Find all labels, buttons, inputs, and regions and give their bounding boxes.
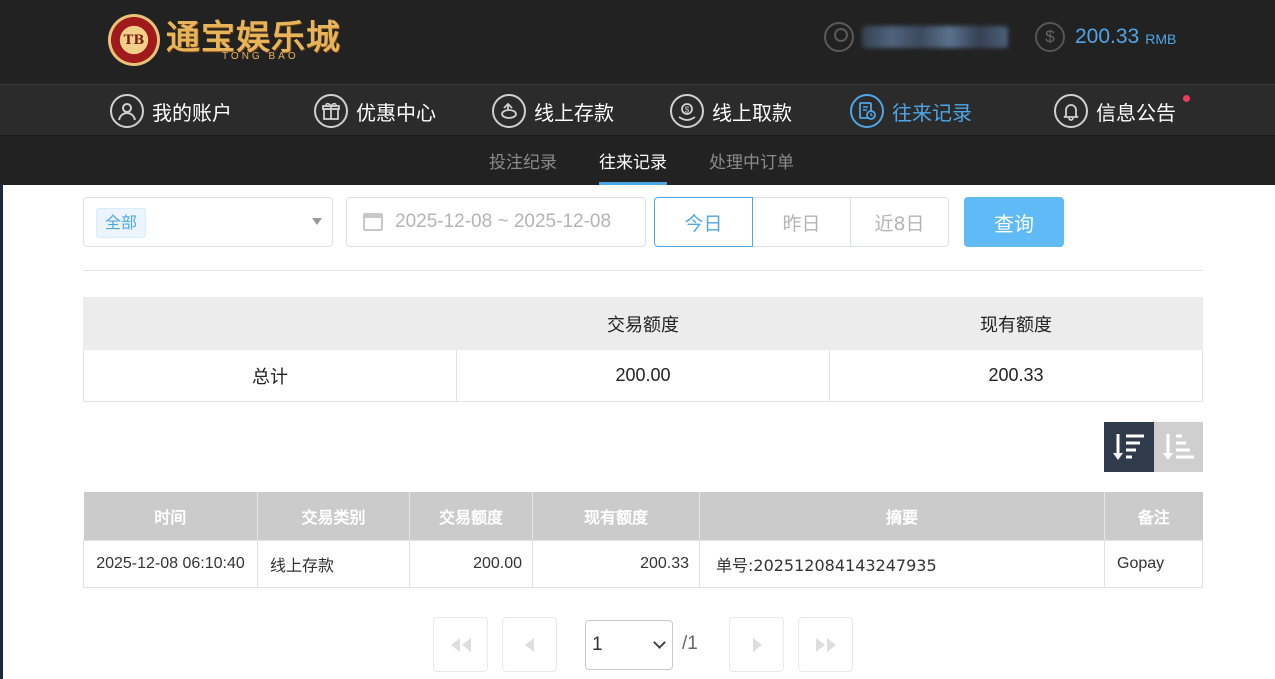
next-page-button[interactable]: [729, 617, 784, 672]
nav-transaction-records[interactable]: 往来记录: [850, 93, 972, 129]
nav-label: 线上存款: [534, 100, 614, 125]
nav-label: 信息公告: [1096, 100, 1176, 125]
today-button[interactable]: 今日: [654, 197, 753, 247]
nav-promotions[interactable]: 优惠中心: [314, 93, 436, 129]
chevron-down-icon: [653, 636, 666, 649]
selected-type-tag[interactable]: 全部: [96, 208, 147, 238]
left-arrow-icon: [524, 637, 534, 652]
withdraw-icon: $: [670, 94, 704, 128]
transaction-type-select[interactable]: 全部: [83, 197, 333, 247]
nav-announcements[interactable]: 信息公告: [1054, 93, 1190, 129]
caret-down-icon: [312, 218, 322, 225]
right-arrow-icon: [752, 637, 762, 652]
summary-header: 交易额度: [456, 297, 830, 350]
left-edge-strip: [0, 185, 3, 679]
nav-label: 往来记录: [892, 100, 972, 125]
nav-label: 我的账户: [152, 100, 232, 125]
summary-header: [83, 297, 457, 350]
site-logo[interactable]: TB 通宝娱乐城 TONG BAO: [108, 14, 341, 66]
tab-transaction-records[interactable]: 往来记录: [599, 148, 667, 185]
nav-label: 线上取款: [712, 100, 792, 125]
nav-online-withdraw[interactable]: $ 线上取款: [670, 93, 792, 129]
first-page-button[interactable]: [433, 617, 488, 672]
total-amount: 200.00: [456, 349, 830, 402]
cell-note: Gopay: [1104, 539, 1203, 588]
sort-ascending-icon: [1162, 434, 1194, 460]
quick-date-buttons: 今日 昨日 近8日: [654, 197, 949, 247]
nav-my-account[interactable]: 我的账户: [110, 93, 232, 129]
query-button[interactable]: 查询: [964, 197, 1064, 247]
cell-summary: 单号:202512084143247935: [699, 539, 1105, 588]
summary-table: 交易额度 现有额度 总计 200.00 200.33: [83, 297, 1203, 402]
date-range-text: 2025-12-08 ~ 2025-12-08: [395, 211, 612, 232]
nav-label: 优惠中心: [356, 100, 436, 125]
notification-dot: [1183, 95, 1190, 102]
transaction-records-table: 时间 交易类别 交易额度 现有额度 摘要 备注 2025-12-08 06:10…: [83, 492, 1203, 588]
logo-badge-text: TB: [123, 32, 145, 48]
balance-display: $ 200.33 RMB: [1035, 22, 1176, 52]
column-header: 备注: [1104, 492, 1203, 540]
cell-balance: 200.33: [532, 539, 700, 588]
page-select[interactable]: 1: [585, 620, 673, 670]
last-8-days-button[interactable]: 近8日: [850, 197, 949, 247]
last-page-button[interactable]: [798, 617, 853, 672]
divider: [83, 270, 1203, 271]
yesterday-button[interactable]: 昨日: [752, 197, 851, 247]
total-label: 总计: [83, 349, 457, 402]
double-left-arrow-icon: [450, 637, 471, 652]
total-balance: 200.33: [829, 349, 1203, 402]
deposit-icon: [492, 94, 526, 128]
user-account-area[interactable]: [824, 22, 1008, 52]
prev-page-button[interactable]: [502, 617, 557, 672]
user-icon: [110, 94, 144, 128]
nav-online-deposit[interactable]: 线上存款: [492, 93, 614, 129]
calendar-icon: [363, 213, 383, 231]
balance-unit: RMB: [1145, 31, 1177, 47]
tab-pending-orders[interactable]: 处理中订单: [709, 148, 794, 185]
table-row: 2025-12-08 06:10:40 线上存款 200.00 200.33 单…: [83, 539, 1203, 588]
cell-amount: 200.00: [409, 539, 533, 588]
summary-header: 现有额度: [829, 297, 1203, 350]
double-right-arrow-icon: [815, 637, 836, 652]
svg-text:$: $: [685, 106, 690, 115]
cell-time: 2025-12-08 06:10:40: [83, 539, 258, 588]
column-header: 现有额度: [532, 492, 700, 540]
sort-descending-button[interactable]: [1104, 422, 1154, 472]
column-header: 摘要: [699, 492, 1105, 540]
total-pages: /1: [682, 633, 698, 654]
dollar-coin-icon: $: [1035, 22, 1065, 52]
cell-type: 线上存款: [257, 539, 410, 588]
user-avatar-icon: [824, 22, 854, 52]
main-navigation: 我的账户 优惠中心 线上存款 $ 线上取款 往来记录 信息公告: [0, 84, 1275, 136]
current-page: 1: [592, 634, 603, 655]
column-header: 交易类别: [257, 492, 410, 540]
sub-navigation: 投注纪录 往来记录 处理中订单: [0, 136, 1275, 185]
column-header: 时间: [83, 492, 258, 540]
balance-value: 200.33: [1075, 25, 1140, 48]
summary-total-row: 总计 200.00 200.33: [83, 349, 1203, 402]
records-icon: [850, 94, 884, 128]
tab-bet-records[interactable]: 投注纪录: [489, 148, 557, 185]
bell-icon: [1054, 94, 1088, 128]
logo-text-en: TONG BAO: [222, 50, 299, 62]
username-blurred: [862, 26, 1008, 48]
date-range-picker[interactable]: 2025-12-08 ~ 2025-12-08: [346, 197, 646, 247]
sort-ascending-button[interactable]: [1154, 422, 1203, 472]
top-header: TB 通宝娱乐城 TONG BAO $ 200.33 RMB: [0, 0, 1275, 84]
logo-chip-icon: TB: [108, 14, 160, 66]
gift-icon: [314, 94, 348, 128]
column-header: 交易额度: [409, 492, 533, 540]
sort-descending-icon: [1113, 434, 1144, 460]
